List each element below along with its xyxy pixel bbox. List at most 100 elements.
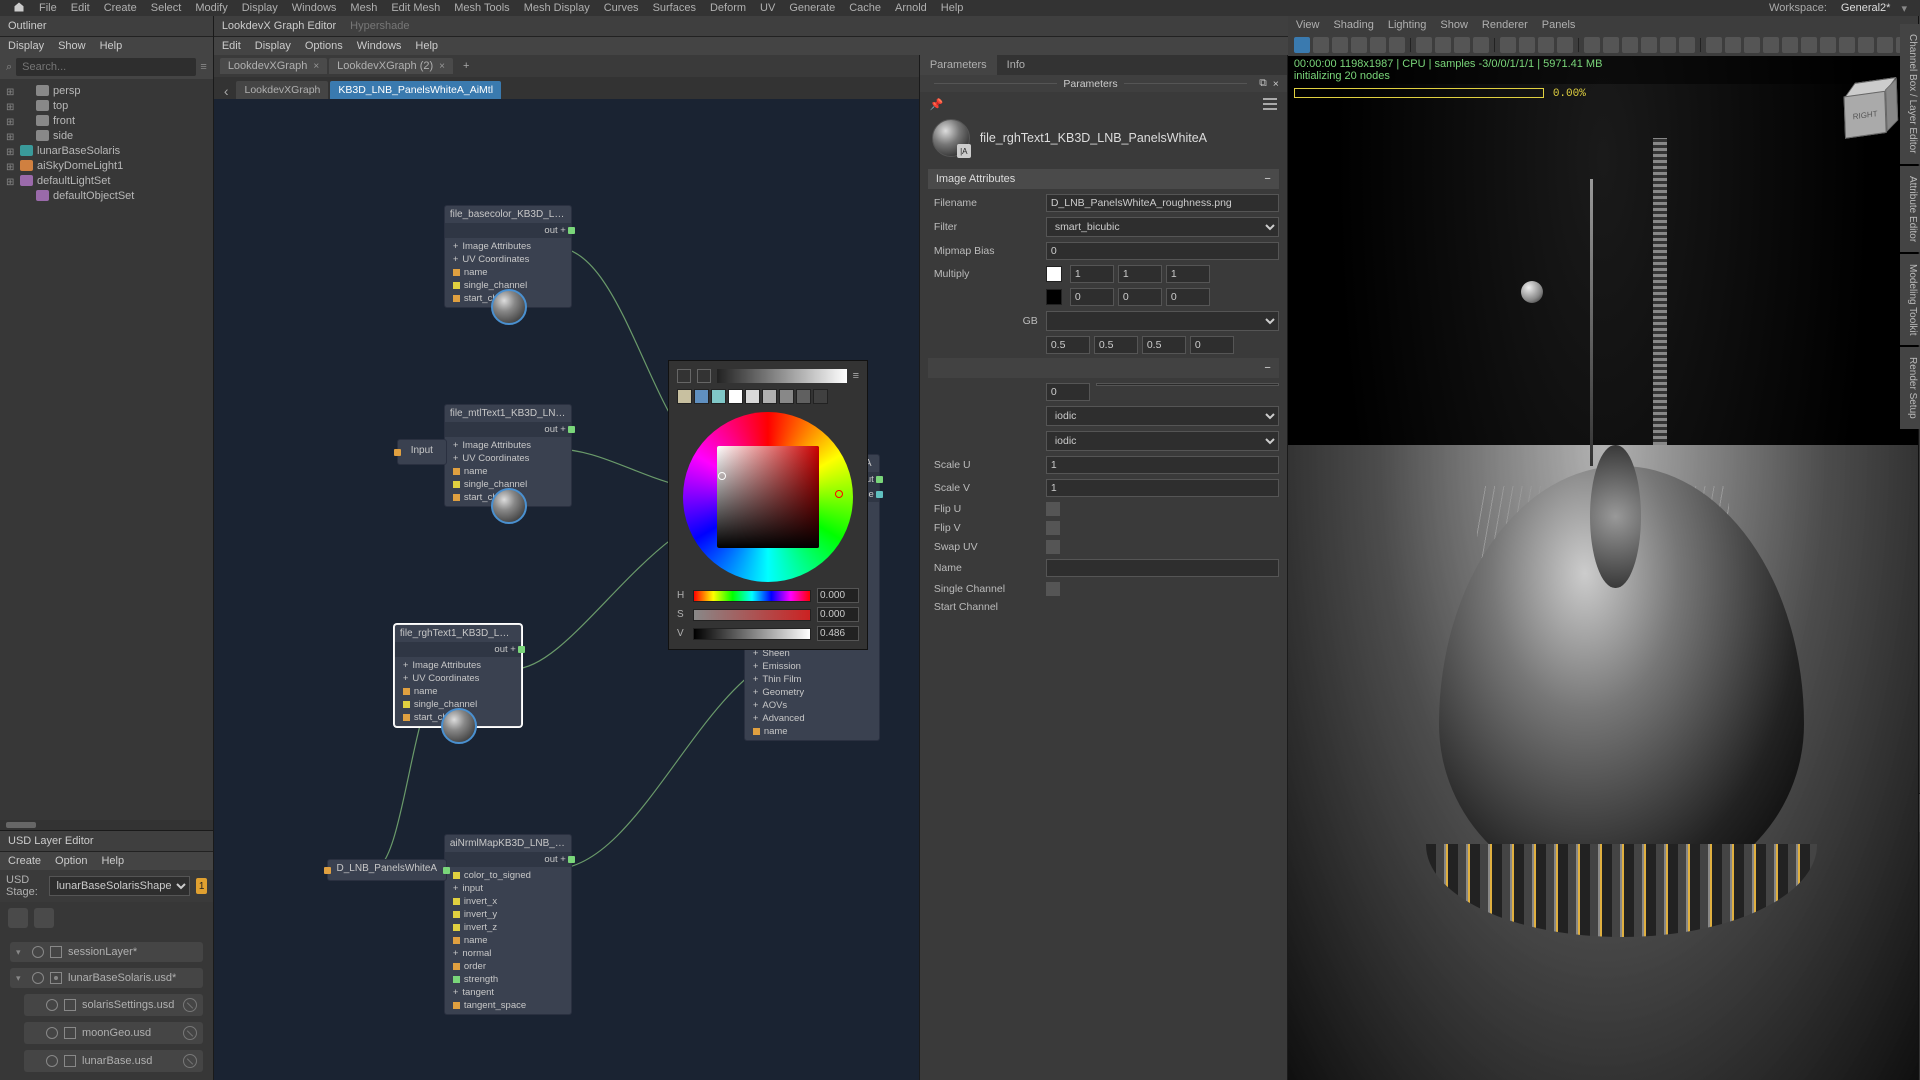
vp-tool-icon[interactable] (1660, 37, 1676, 53)
gradient-bar[interactable] (717, 369, 847, 383)
vp-tool-icon[interactable] (1473, 37, 1489, 53)
vp-tool-icon[interactable] (1435, 37, 1451, 53)
mult-b[interactable] (1166, 265, 1210, 283)
zero-input[interactable] (1046, 383, 1090, 401)
side-tab-render-setup[interactable]: Render Setup (1900, 347, 1920, 429)
usd-menu-help[interactable]: Help (101, 855, 124, 867)
tree-item-side[interactable]: side (53, 130, 73, 142)
target-toggle[interactable] (50, 972, 62, 984)
vp-tool-icon[interactable] (1641, 37, 1657, 53)
close-icon[interactable]: × (313, 61, 319, 72)
outliner-menubar[interactable]: Display Show Help (0, 37, 213, 55)
side-tab-channelbox[interactable]: Channel Box / Layer Editor (1900, 24, 1920, 164)
vp-tool-icon[interactable] (1603, 37, 1619, 53)
vp-tool-icon[interactable] (1763, 37, 1779, 53)
off-g[interactable] (1118, 288, 1162, 306)
mipmap-input[interactable] (1046, 242, 1279, 260)
menu-deform[interactable]: Deform (703, 2, 753, 14)
viewport-toolbar[interactable] (1288, 34, 1918, 56)
menu-file[interactable]: File (32, 2, 64, 14)
v3[interactable] (1190, 336, 1234, 354)
vp-tool-icon[interactable] (1839, 37, 1855, 53)
layer-row[interactable]: lunarBase.usd (24, 1050, 203, 1072)
menu-create[interactable]: Create (97, 2, 144, 14)
tree-item-front[interactable]: front (53, 115, 75, 127)
graph-menu-windows[interactable]: Windows (357, 40, 402, 52)
menu-modify[interactable]: Modify (188, 2, 234, 14)
chevron-down-icon[interactable]: ▾ (16, 947, 26, 958)
tree-item-persp[interactable]: persp (53, 85, 81, 97)
menu-icon[interactable] (1263, 98, 1277, 110)
side-tab-modeling[interactable]: Modeling Toolkit (1900, 254, 1920, 346)
filename-input[interactable] (1046, 194, 1279, 212)
val-slider[interactable] (693, 628, 811, 640)
menu-windows[interactable]: Windows (285, 2, 344, 14)
view-cube[interactable]: RIGHT (1826, 74, 1900, 148)
outliner-search-input[interactable] (16, 58, 196, 76)
vp-tool-icon[interactable] (1584, 37, 1600, 53)
wrap-select2[interactable]: iodic (1046, 431, 1279, 451)
node-file-mtl[interactable]: file_mtlText1_KB3D_LNB_PanelsWhiteA out … (444, 404, 572, 507)
eyedropper-icon[interactable] (677, 369, 691, 383)
side-tab-attr-editor[interactable]: Attribute Editor (1900, 166, 1920, 252)
home-icon[interactable] (6, 1, 32, 16)
flipv-check[interactable] (1046, 521, 1060, 535)
vp-tool-icon[interactable] (1725, 37, 1741, 53)
off-r[interactable] (1070, 288, 1114, 306)
disable-icon[interactable] (183, 1026, 197, 1040)
off-b[interactable] (1166, 288, 1210, 306)
mute-toggle[interactable] (46, 1027, 58, 1039)
usd-stage-select[interactable]: lunarBaseSolarisShape (49, 876, 190, 896)
menu-edit-mesh[interactable]: Edit Mesh (384, 2, 447, 14)
target-toggle[interactable] (50, 946, 62, 958)
vp-tool-icon[interactable] (1744, 37, 1760, 53)
vp-tool-icon[interactable] (1389, 37, 1405, 53)
tree-item-lunarbase[interactable]: lunarBaseSolaris (37, 145, 120, 157)
vp-menu-show[interactable]: Show (1440, 19, 1468, 31)
tab-info[interactable]: Info (997, 55, 1035, 75)
graph-menu-options[interactable]: Options (305, 40, 343, 52)
pen-icon[interactable] (697, 369, 711, 383)
vp-tool-icon[interactable] (1622, 37, 1638, 53)
back-icon[interactable]: ‹ (218, 83, 235, 99)
node-input[interactable]: Input (397, 439, 447, 465)
sat-input[interactable] (817, 607, 859, 622)
menu-mesh-tools[interactable]: Mesh Tools (447, 2, 516, 14)
mute-toggle[interactable] (32, 946, 44, 958)
vp-menu-renderer[interactable]: Renderer (1482, 19, 1528, 31)
color-swatch[interactable] (1046, 266, 1062, 282)
hue-slider[interactable] (693, 590, 811, 602)
menu-display[interactable]: Display (235, 2, 285, 14)
mute-toggle[interactable] (46, 1055, 58, 1067)
graph-tab[interactable]: LookdevXGraph× (220, 58, 327, 74)
vp-tool-icon[interactable] (1519, 37, 1535, 53)
color-picker-popup[interactable]: ≡ H S V (668, 360, 868, 650)
single-check[interactable] (1046, 582, 1060, 596)
vp-menu-shading[interactable]: Shading (1333, 19, 1373, 31)
disable-icon[interactable] (183, 1054, 197, 1068)
main-menu-bar[interactable]: File Edit Create Select Modify Display W… (0, 0, 1920, 16)
graph-menu-edit[interactable]: Edit (222, 40, 241, 52)
val-input[interactable] (817, 626, 859, 641)
vp-menu-view[interactable]: View (1296, 19, 1320, 31)
menu-generate[interactable]: Generate (782, 2, 842, 14)
node-file-basecolor[interactable]: file_basecolor_KB3D_LNB_PanelsWhiteA out… (444, 205, 572, 308)
node-file-roughness-selected[interactable]: file_rghText1_KB3D_LNB_PanelsWhiteA out … (394, 624, 522, 727)
vp-tool-icon[interactable] (1313, 37, 1329, 53)
color-swatches[interactable] (677, 389, 859, 404)
filter-select[interactable]: smart_bicubic (1046, 217, 1279, 237)
vp-tool-icon[interactable] (1858, 37, 1874, 53)
chevron-down-icon[interactable]: ▾ (16, 973, 26, 984)
vp-tool-icon[interactable] (1332, 37, 1348, 53)
layer-row[interactable]: moonGeo.usd (24, 1022, 203, 1044)
v0[interactable] (1046, 336, 1090, 354)
usd-load-layer-icon[interactable] (34, 908, 54, 928)
vp-tool-icon[interactable] (1877, 37, 1893, 53)
disable-icon[interactable] (183, 998, 197, 1012)
menu-cache[interactable]: Cache (842, 2, 888, 14)
scrollbar-horizontal[interactable] (6, 822, 36, 828)
v1[interactable] (1094, 336, 1138, 354)
outliner-menu-help[interactable]: Help (100, 40, 123, 52)
menu-help[interactable]: Help (934, 2, 971, 14)
menu-arnold[interactable]: Arnold (888, 2, 934, 14)
